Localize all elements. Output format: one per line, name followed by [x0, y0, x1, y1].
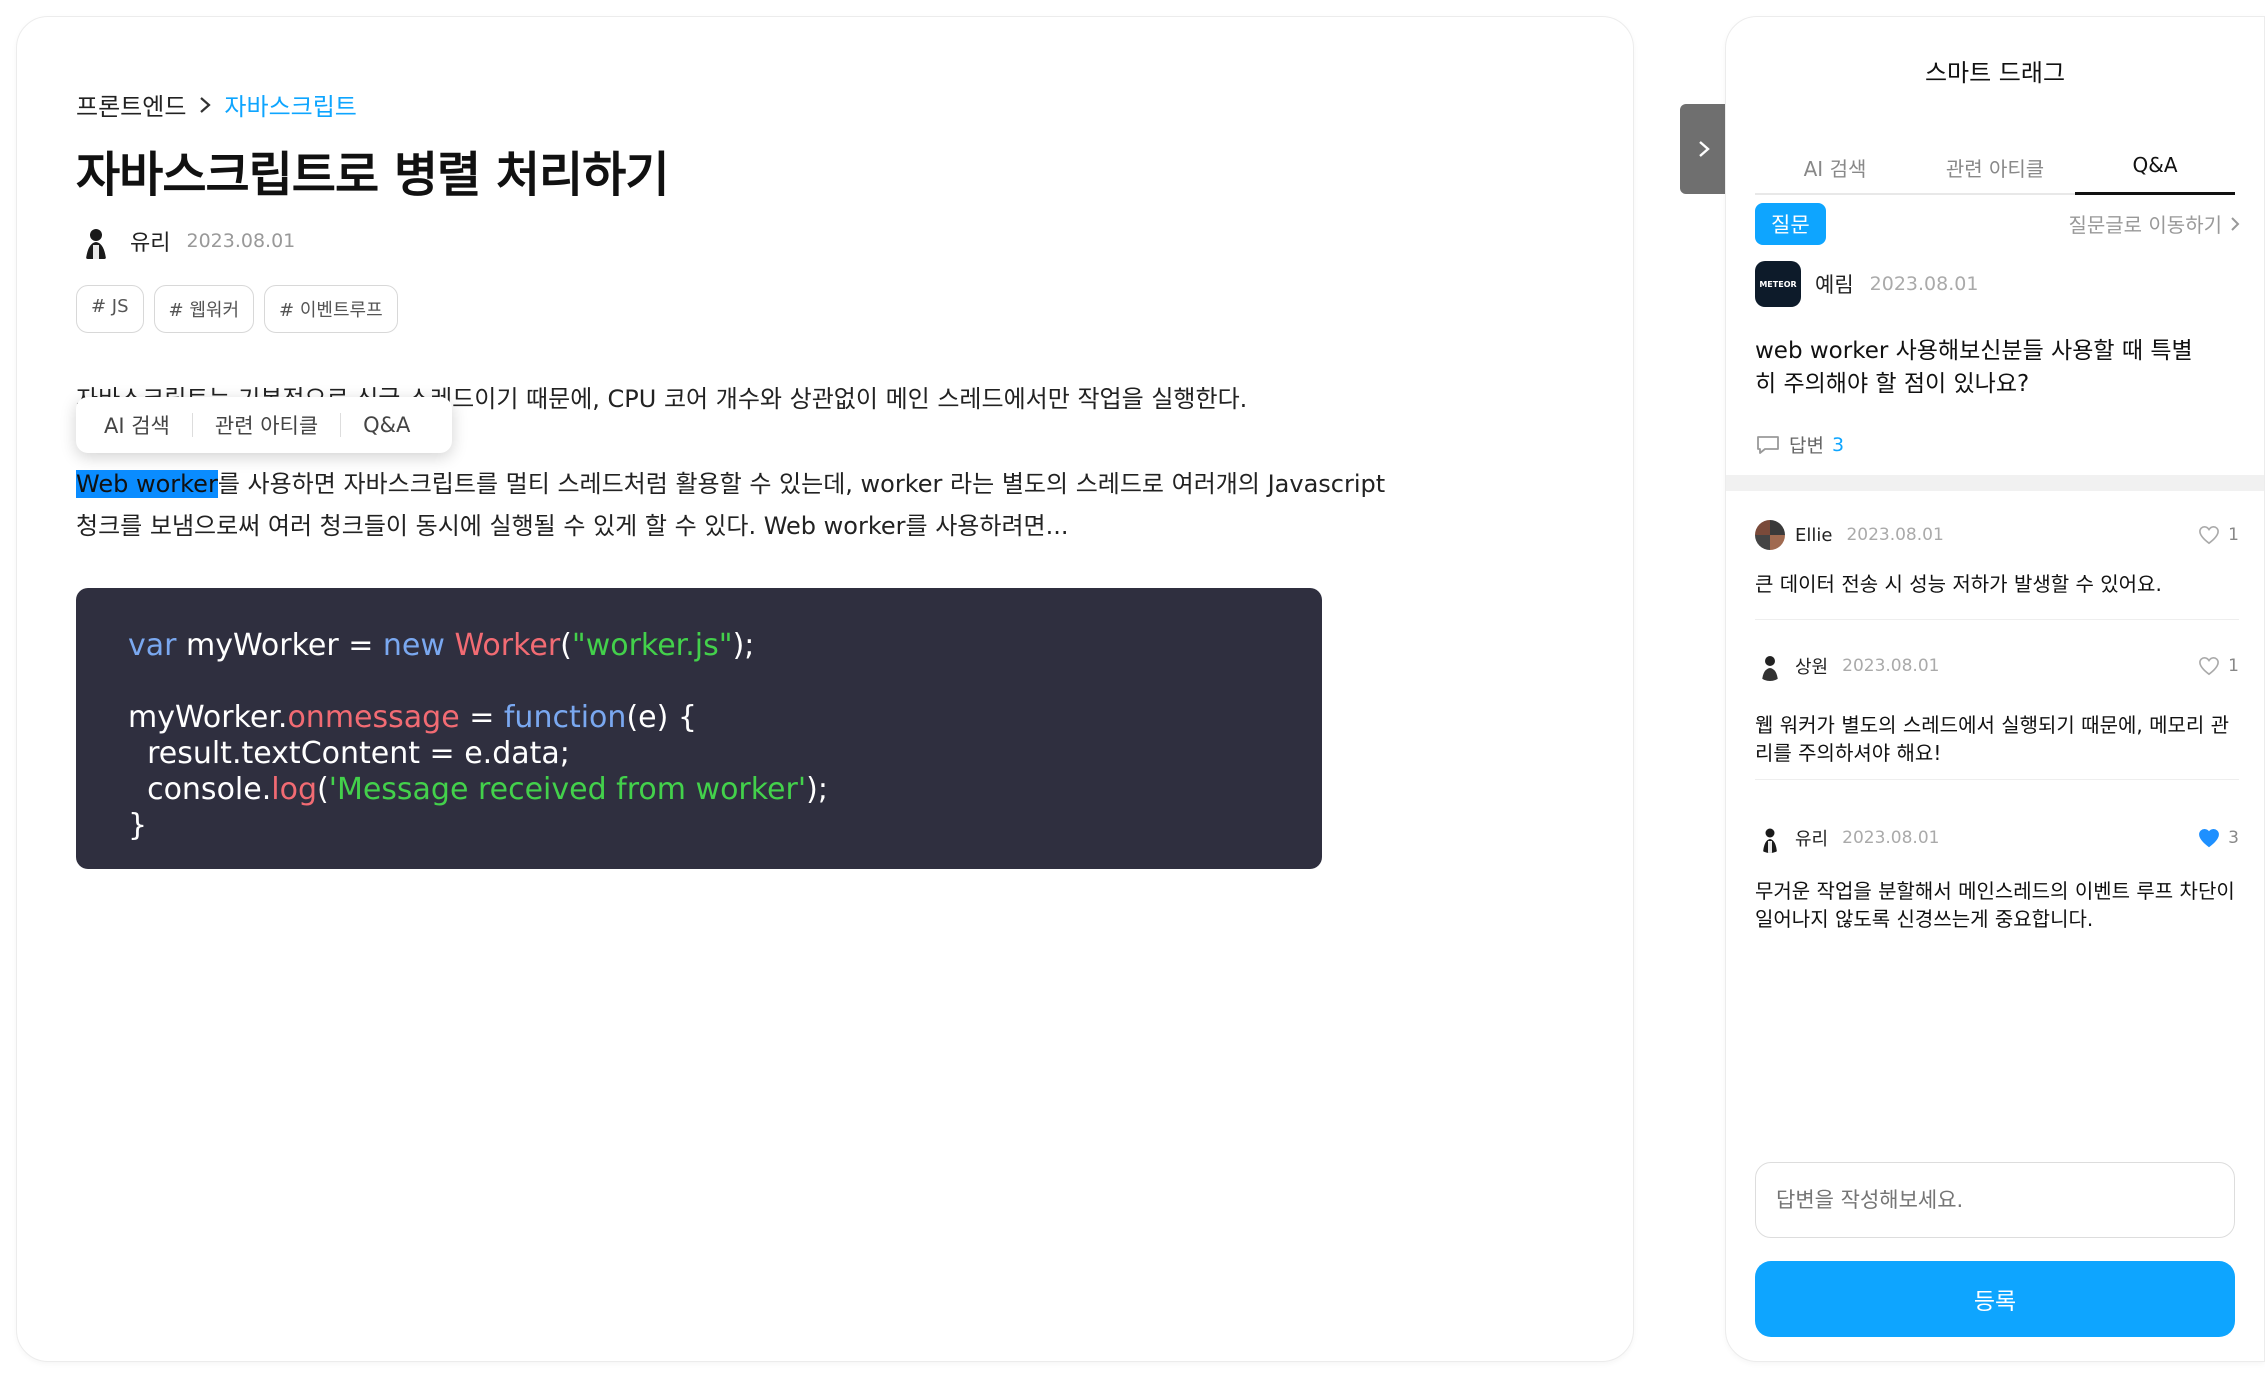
like-button[interactable]: 3	[2198, 828, 2239, 848]
post-date: 2023.08.01	[186, 230, 296, 252]
menu-divider	[191, 413, 193, 437]
code-token: 'Message received from worker'	[328, 772, 807, 807]
menu-related-articles[interactable]: 관련 아티클	[215, 410, 318, 440]
code-token: =	[459, 700, 504, 735]
goto-question-label: 질문글로 이동하기	[2068, 213, 2222, 237]
answer-text: 큰 데이터 전송 시 성능 저하가 발생할 수 있어요.	[1755, 572, 2162, 596]
heart-icon	[2199, 656, 2220, 676]
question-date: 2023.08.01	[1869, 273, 1979, 295]
tab-ai-search[interactable]: AI 검색	[1755, 133, 1915, 193]
question-badge: 질문	[1755, 203, 1826, 245]
tab-related-articles[interactable]: 관련 아티클	[1915, 133, 2075, 193]
code-token: onmessage	[287, 700, 460, 735]
menu-divider	[340, 413, 342, 437]
menu-qna[interactable]: Q&A	[363, 413, 410, 437]
answer-author-name[interactable]: 상원	[1795, 653, 1828, 679]
code-token: Worker	[454, 628, 561, 663]
answer-date: 2023.08.01	[1842, 828, 1940, 848]
code-token: console.	[128, 772, 272, 807]
heart-icon	[2199, 525, 2220, 545]
code-token: new	[382, 628, 445, 663]
code-token: (e) {	[626, 700, 697, 735]
code-token: myWorker =	[176, 628, 383, 663]
chevron-right-icon	[1699, 141, 1710, 157]
reply-input[interactable]	[1755, 1162, 2235, 1238]
tab-qna[interactable]: Q&A	[2075, 133, 2235, 195]
chevron-right-icon	[2231, 216, 2240, 231]
submit-answer-button[interactable]: 등록	[1755, 1261, 2235, 1337]
code-token: "worker.js"	[571, 628, 733, 663]
code-token: myWorker.	[128, 700, 288, 735]
answer-count: 답변 3	[1755, 431, 1844, 458]
avatar	[1755, 651, 1785, 681]
tag-chip[interactable]: # 이벤트루프	[264, 285, 398, 333]
code-block: var myWorker = new Worker("worker.js"); …	[76, 588, 1322, 869]
goto-question-link[interactable]: 질문글로 이동하기	[2068, 209, 2240, 238]
question-author-name[interactable]: 예림	[1815, 269, 1854, 299]
selected-text[interactable]: Web worker	[76, 470, 218, 498]
answer-date: 2023.08.01	[1846, 525, 1944, 545]
panel-tabs: AI 검색 관련 아티클 Q&A	[1755, 133, 2235, 195]
avatar	[76, 221, 116, 261]
code-token: (	[560, 628, 572, 663]
answer-divider	[1755, 779, 2239, 780]
answer-label: 답변	[1789, 435, 1824, 457]
answer-item: Ellie 2023.08.01 1 큰 데이터 전송 시 성능 저하가 발생할…	[1755, 520, 2239, 598]
answer-author-name[interactable]: 유리	[1795, 825, 1828, 851]
article-paragraph-2: Web worker를 사용하면 자바스크립트를 멀티 스레드처럼 활용할 수 …	[76, 463, 1406, 547]
heart-filled-icon	[2199, 828, 2220, 848]
comment-icon	[1757, 435, 1779, 454]
code-token: result.textContent = e.data;	[128, 736, 570, 771]
paragraph-text: 를 사용하면 자바스크립트를 멀티 스레드처럼 활용할 수 있는데, worke…	[76, 470, 1386, 540]
breadcrumb-parent[interactable]: 프론트엔드	[76, 87, 186, 122]
answer-item: 상원 2023.08.01 1 웹 워커가 별도의 스레드에서 실행되기 때문에…	[1755, 651, 2239, 767]
breadcrumb: 프론트엔드 자바스크립트	[76, 87, 357, 122]
question-author-row: METEOR 예림 2023.08.01	[1755, 261, 1978, 307]
page-title: 자바스크립트로 병렬 처리하기	[76, 147, 670, 203]
code-token: var	[128, 628, 177, 663]
author-name[interactable]: 유리	[130, 225, 170, 257]
code-token: function	[503, 700, 627, 735]
tag-list: # JS # 웹워커 # 이벤트루프	[76, 285, 398, 333]
answer-date: 2023.08.01	[1842, 656, 1940, 676]
like-button[interactable]: 1	[2198, 656, 2239, 676]
breadcrumb-current[interactable]: 자바스크립트	[224, 87, 356, 122]
code-token: );	[732, 628, 755, 663]
code-token: }	[128, 808, 148, 843]
tag-chip[interactable]: # JS	[76, 285, 144, 333]
article-card: 프론트엔드 자바스크립트 자바스크립트로 병렬 처리하기 유리 2023.08.…	[16, 16, 1634, 1362]
answer-text: 웹 워커가 별도의 스레드에서 실행되기 때문에, 메모리 관리를 주의하셔야 …	[1755, 713, 2230, 765]
section-divider	[1726, 475, 2264, 491]
author-avatar-logo: METEOR	[1755, 261, 1801, 307]
answer-item: 유리 2023.08.01 3 무거운 작업을 분할해서 메인스레드의 이벤트 …	[1755, 823, 2239, 933]
tag-chip[interactable]: # 웹워커	[153, 285, 255, 333]
like-count: 1	[2228, 525, 2239, 545]
author-row: 유리 2023.08.01	[76, 221, 295, 261]
answer-author-name[interactable]: Ellie	[1795, 525, 1832, 546]
drag-context-menu: AI 검색 관련 아티클 Q&A	[76, 397, 452, 453]
answer-text: 무거운 작업을 분할해서 메인스레드의 이벤트 루프 차단이 일어나지 않도록 …	[1755, 879, 2235, 931]
panel-title: 스마트 드래그	[1924, 59, 2066, 87]
avatar	[1755, 520, 1785, 550]
like-button[interactable]: 1	[2198, 525, 2239, 545]
avatar	[1755, 823, 1785, 853]
code-token: log	[271, 772, 317, 807]
question-text: web worker 사용해보신분들 사용할 때 특별히 주의해야 할 점이 있…	[1755, 338, 2193, 397]
code-token: );	[806, 772, 828, 807]
panel-toggle-button[interactable]	[1680, 104, 1728, 194]
answer-count-number: 3	[1831, 433, 1845, 456]
smart-drag-panel: 스마트 드래그 AI 검색 관련 아티클 Q&A 질문 질문글로 이동하기 ME…	[1725, 16, 2265, 1362]
like-count: 3	[2228, 828, 2239, 848]
like-count: 1	[2228, 656, 2239, 676]
code-token: (	[316, 772, 329, 807]
answer-divider	[1755, 619, 2239, 620]
chevron-right-icon	[198, 95, 212, 115]
menu-ai-search[interactable]: AI 검색	[104, 410, 170, 440]
